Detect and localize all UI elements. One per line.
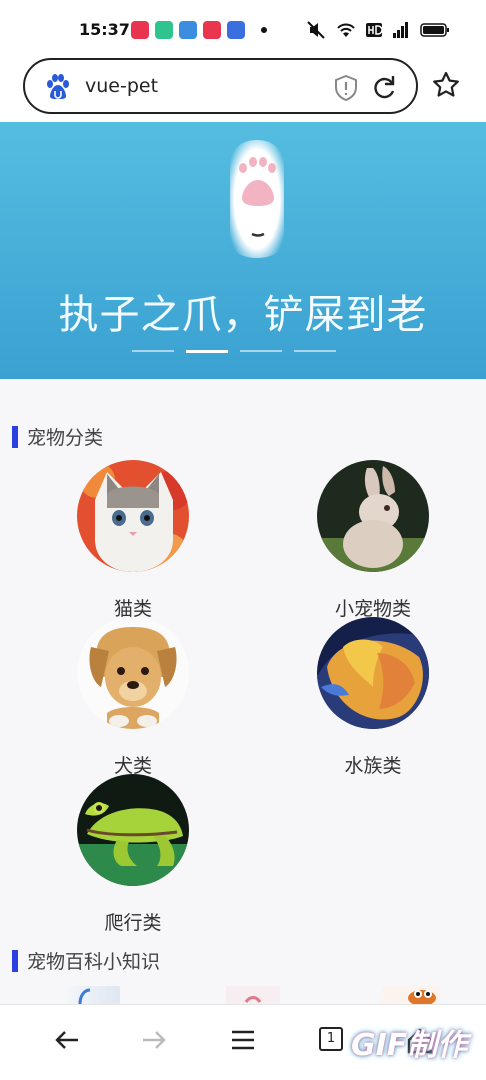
forward-arrow-icon[interactable] bbox=[141, 1027, 167, 1053]
bookmark-star-icon[interactable] bbox=[432, 71, 460, 99]
category-small-pets[interactable]: 小宠物类 bbox=[313, 460, 433, 621]
hd-icon bbox=[366, 23, 382, 37]
category-label[interactable]: 水族类 bbox=[313, 751, 433, 778]
status-bar: 15:37 bbox=[0, 0, 486, 56]
knowledge-thumbnail[interactable] bbox=[226, 986, 280, 1004]
back-arrow-icon[interactable] bbox=[54, 1027, 80, 1053]
category-dogs[interactable]: 犬类 bbox=[73, 617, 193, 778]
more-notifications-dot bbox=[261, 27, 267, 33]
knowledge-thumbnail[interactable] bbox=[66, 986, 120, 1005]
carousel-dot[interactable] bbox=[294, 350, 336, 352]
mute-icon bbox=[307, 21, 325, 39]
frog-photo[interactable] bbox=[77, 774, 189, 886]
signal-icon bbox=[393, 22, 408, 38]
app-notification-icon bbox=[179, 21, 197, 39]
wifi-icon bbox=[337, 23, 355, 37]
section-title-text: 宠物分类 bbox=[27, 427, 104, 449]
section-title-knowledge: 宠物百科小知识 bbox=[12, 947, 160, 974]
battery-icon bbox=[420, 23, 449, 37]
section-title-categories: 宠物分类 bbox=[12, 423, 103, 450]
security-shield-icon[interactable] bbox=[334, 75, 358, 101]
knowledge-thumbnail[interactable] bbox=[382, 986, 440, 1006]
tab-count: 1 bbox=[326, 1031, 336, 1046]
carousel-dot[interactable] bbox=[240, 350, 282, 352]
app-notification-icon bbox=[131, 21, 149, 39]
category-label[interactable]: 爬行类 bbox=[73, 908, 193, 935]
app-notification-icon bbox=[155, 21, 173, 39]
category-cat[interactable]: 猫类 bbox=[73, 460, 193, 621]
section-title-text: 宠物百科小知识 bbox=[27, 951, 161, 973]
system-icons bbox=[306, 21, 450, 39]
dog-photo[interactable] bbox=[77, 617, 189, 729]
banner-slogan: 执子之爪，铲屎到老 bbox=[58, 292, 428, 338]
cat-paw-illustration bbox=[230, 140, 284, 258]
gif-watermark: GIF制作 bbox=[351, 1028, 468, 1063]
notification-icons bbox=[131, 21, 267, 39]
section-accent-bar bbox=[12, 949, 18, 972]
reload-icon[interactable] bbox=[371, 74, 397, 100]
status-time: 15:37 bbox=[79, 20, 130, 39]
category-reptiles[interactable]: 爬行类 bbox=[73, 774, 193, 935]
app-notification-icon bbox=[227, 21, 245, 39]
carousel-dot[interactable] bbox=[132, 350, 174, 352]
carousel-dot-active[interactable] bbox=[186, 350, 228, 353]
section-accent-bar bbox=[12, 425, 18, 448]
menu-icon[interactable] bbox=[230, 1027, 256, 1053]
rabbit-photo[interactable] bbox=[317, 460, 429, 572]
browser-toolbar: vue-pet bbox=[0, 56, 486, 122]
baidu-paw-icon bbox=[47, 74, 69, 99]
banner-carousel[interactable]: 执子之爪，铲屎到老 bbox=[0, 122, 486, 379]
app-notification-icon bbox=[203, 21, 221, 39]
url-text[interactable]: vue-pet bbox=[85, 75, 158, 97]
category-aquatic[interactable]: 水族类 bbox=[313, 617, 433, 778]
address-bar[interactable]: vue-pet bbox=[23, 58, 418, 114]
cat-photo[interactable] bbox=[77, 460, 189, 572]
carousel-indicators[interactable] bbox=[132, 350, 336, 353]
fish-photo[interactable] bbox=[317, 617, 429, 729]
tabs-button[interactable]: 1 bbox=[319, 1027, 343, 1051]
